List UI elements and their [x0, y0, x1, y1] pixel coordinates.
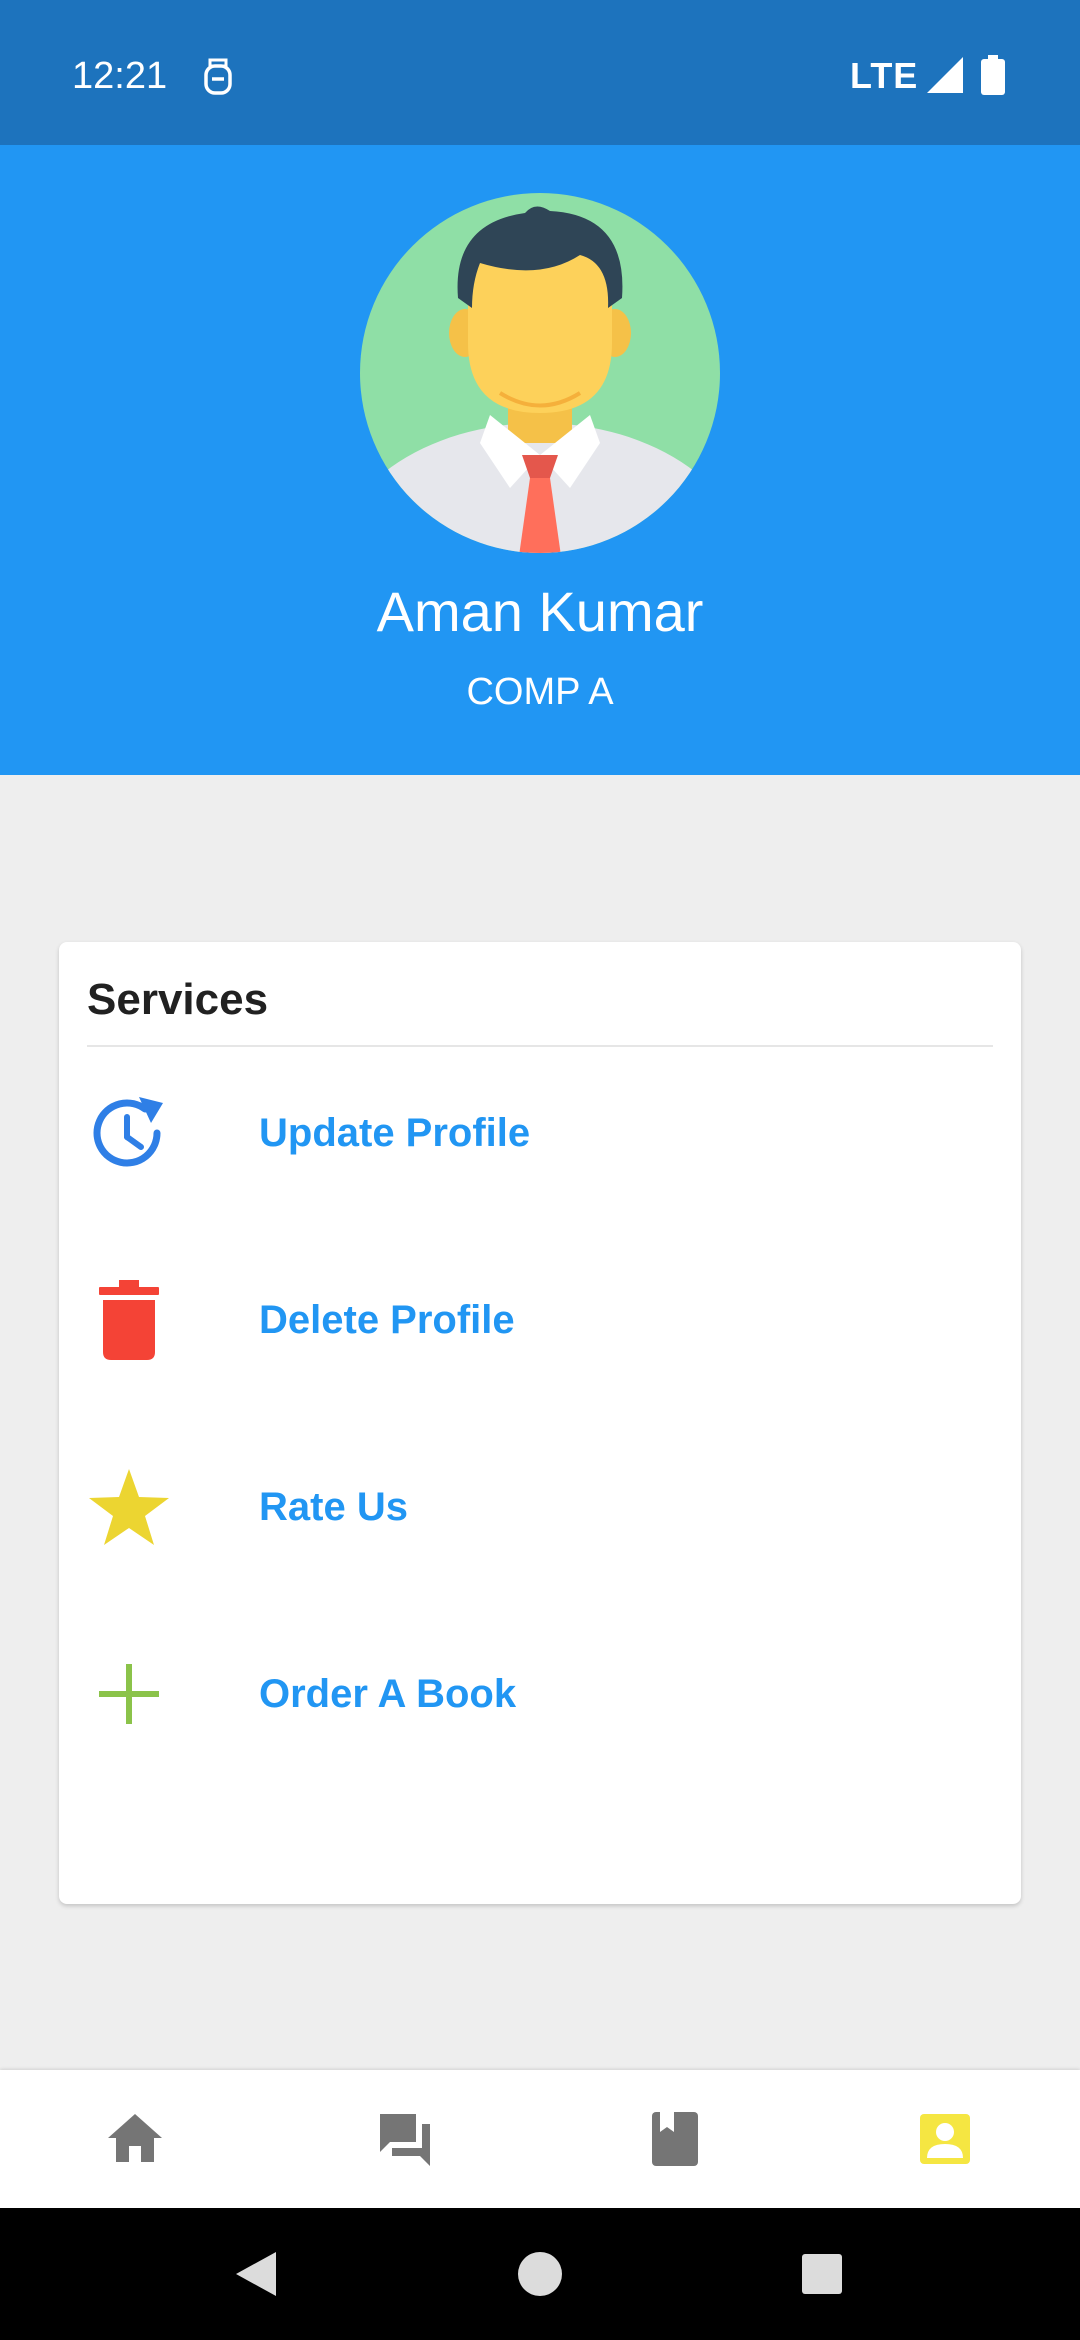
status-bar: 12:21 LTE — [0, 0, 1080, 145]
system-navigation-bar — [0, 2208, 1080, 2340]
network-type: LTE — [850, 55, 919, 96]
bottom-navigation — [0, 2070, 1080, 2208]
home-icon — [108, 2114, 162, 2162]
profile-icon — [920, 2114, 970, 2164]
sim-icon — [202, 58, 234, 96]
services-card: Services Update Profile Delete Profile R… — [59, 942, 1021, 1904]
delete-profile-label: Delete Profile — [259, 1298, 515, 1342]
divider — [87, 1045, 993, 1047]
update-profile-item[interactable]: Update Profile — [59, 1058, 1021, 1208]
nav-chat[interactable] — [270, 2070, 540, 2208]
profile-name: Aman Kumar — [376, 580, 704, 643]
order-book-label: Order A Book — [259, 1672, 517, 1716]
services-title: Services — [87, 975, 269, 1024]
rate-us-label: Rate Us — [259, 1485, 408, 1529]
chat-icon — [380, 2114, 430, 2166]
signal-icon — [927, 57, 963, 93]
plus-icon — [87, 1652, 171, 1736]
order-book-item[interactable]: Order A Book — [59, 1619, 1021, 1769]
status-time: 12:21 — [72, 55, 168, 97]
delete-profile-item[interactable]: Delete Profile — [59, 1245, 1021, 1395]
nav-profile[interactable] — [810, 2070, 1080, 2208]
back-icon[interactable] — [228, 2246, 284, 2302]
nav-book[interactable] — [540, 2070, 810, 2208]
male-avatar-icon — [360, 193, 720, 553]
nav-home[interactable] — [0, 2070, 270, 2208]
update-profile-label: Update Profile — [259, 1111, 531, 1155]
trash-icon — [87, 1278, 171, 1362]
recents-icon[interactable] — [794, 2246, 850, 2302]
book-icon — [652, 2112, 698, 2166]
home-circle-icon[interactable] — [512, 2246, 568, 2302]
rate-us-item[interactable]: Rate Us — [59, 1432, 1021, 1582]
profile-company: COMP A — [466, 671, 614, 713]
star-icon — [87, 1465, 171, 1549]
profile-header: Aman Kumar COMP A — [0, 145, 1080, 775]
update-icon — [87, 1091, 171, 1175]
battery-icon — [981, 55, 1005, 95]
